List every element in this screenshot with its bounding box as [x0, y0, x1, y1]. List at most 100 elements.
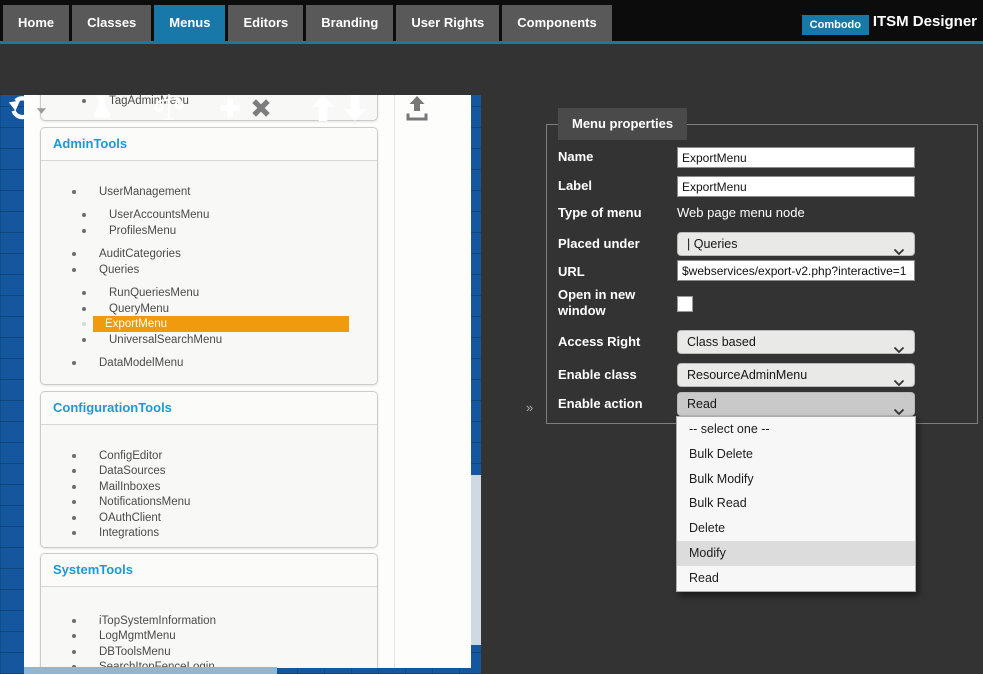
tree-item-label: DataModelMenu	[95, 356, 187, 370]
type-of-menu-label: Type of menu	[558, 205, 670, 221]
bullet-icon	[82, 307, 86, 311]
placed-under-label: Placed under	[558, 236, 670, 252]
collapse-panel-icon[interactable]: »	[526, 400, 533, 415]
option-modify[interactable]: Modify	[677, 541, 915, 566]
panel-gap-scrollbar[interactable]	[471, 475, 481, 645]
option-delete[interactable]: Delete	[677, 516, 915, 541]
label-label: Label	[558, 178, 670, 194]
access-right-select[interactable]: Class based	[677, 330, 915, 354]
tab-menus[interactable]: Menus	[154, 5, 225, 41]
enable-class-label: Enable class	[558, 367, 670, 383]
brand-badge: Combodo	[802, 15, 869, 35]
tree-card-configurationtools: ConfigurationTools ConfigEditorDataSourc…	[40, 391, 378, 548]
option-bulk-modify[interactable]: Bulk Modify	[677, 467, 915, 492]
tree-item-label: UserAccountsMenu	[105, 208, 213, 222]
tree-item-label: AuditCategories	[95, 247, 185, 261]
bullet-icon	[72, 361, 76, 365]
bullet-icon	[82, 213, 86, 217]
cross-icon	[250, 97, 272, 124]
section-title: SystemTools	[41, 554, 377, 587]
bullet-icon	[82, 291, 86, 295]
tree-item-Integrations[interactable]: Integrations	[41, 526, 377, 542]
tree-item-iTopSystemInformation[interactable]: iTopSystemInformation	[41, 613, 377, 629]
bullet-icon	[72, 650, 76, 654]
itsm-designer-window: HomeClassesMenusEditorsBrandingUser Righ…	[0, 0, 983, 674]
enable-action-select[interactable]: Read	[677, 392, 915, 416]
tree-item-MailInboxes[interactable]: MailInboxes	[41, 479, 377, 495]
tree-item-RunQueriesMenu[interactable]: RunQueriesMenu	[41, 286, 377, 302]
tree-item-label: ExportMenu	[93, 316, 349, 332]
move-up-button[interactable]	[310, 94, 336, 126]
option-read[interactable]: Read	[677, 566, 915, 591]
url-input[interactable]	[677, 260, 915, 281]
tab-components[interactable]: Components	[502, 5, 611, 41]
tree-item-label: DBToolsMenu	[95, 645, 175, 659]
placed-under-select[interactable]: | Queries	[677, 232, 915, 256]
bullet-icon	[72, 252, 76, 256]
tree-item-Queries[interactable]: Queries	[41, 262, 377, 278]
delete-button[interactable]	[248, 94, 274, 126]
bullet-icon	[72, 190, 76, 194]
enable-action-options: -- select one --Bulk DeleteBulk ModifyBu…	[676, 416, 916, 592]
url-label: URL	[558, 264, 670, 280]
tree-item-label: UserManagement	[95, 185, 194, 199]
chevron-down-icon	[893, 372, 905, 394]
bullet-icon	[72, 469, 76, 473]
tree-item-LogMgmtMenu[interactable]: LogMgmtMenu	[41, 629, 377, 645]
tree-item-DataSources[interactable]: DataSources	[41, 464, 377, 480]
test-button[interactable]	[86, 94, 118, 126]
tab-branding[interactable]: Branding	[306, 5, 393, 41]
open-in-new-window-checkbox[interactable]	[677, 296, 693, 312]
chevron-down-icon	[893, 339, 905, 361]
tree-item-QueryMenu[interactable]: QueryMenu	[41, 301, 377, 317]
menu-properties-legend: Menu properties	[558, 108, 687, 140]
tab-classes[interactable]: Classes	[72, 5, 151, 41]
bullet-icon	[82, 338, 86, 342]
tree-item-label: ProfilesMenu	[105, 224, 180, 238]
tree-item-DBToolsMenu[interactable]: DBToolsMenu	[41, 644, 377, 660]
tree-item-label: LogMgmtMenu	[95, 629, 180, 643]
tree-item-ConfigEditor[interactable]: ConfigEditor	[41, 448, 377, 464]
label-input[interactable]	[677, 176, 915, 197]
tree-item-label: ConfigEditor	[95, 449, 166, 463]
publish-button[interactable]	[402, 94, 432, 126]
bullet-icon	[72, 634, 76, 638]
arrow-down-icon	[343, 94, 367, 127]
section-title: ConfigurationTools	[41, 392, 377, 425]
upload-icon	[403, 94, 431, 127]
tree-item-OAuthClient[interactable]: OAuthClient	[41, 510, 377, 526]
tree-item-label: UniversalSearchMenu	[105, 333, 226, 347]
tree-item-UserAccountsMenu[interactable]: UserAccountsMenu	[41, 208, 377, 224]
option-bulk-delete[interactable]: Bulk Delete	[677, 442, 915, 467]
tree-item-label: NotificationsMenu	[95, 495, 194, 509]
tree-item-ProfilesMenu[interactable]: ProfilesMenu	[41, 223, 377, 239]
app-title: ITSM Designer	[873, 13, 977, 30]
undo-dropdown-button[interactable]	[34, 94, 48, 126]
enable-action-label: Enable action	[558, 396, 670, 412]
tab-bar: HomeClassesMenusEditorsBrandingUser Righ…	[3, 5, 612, 41]
toolbar	[0, 44, 983, 95]
bullet-icon	[82, 322, 86, 326]
tree-item-label: OAuthClient	[95, 511, 165, 525]
tree-item-ExportMenu[interactable]: ExportMenu	[41, 317, 377, 333]
tab-user-rights[interactable]: User Rights	[396, 5, 499, 41]
option-select-one[interactable]: -- select one --	[677, 417, 915, 442]
move-down-button[interactable]	[342, 94, 368, 126]
tree-item-UserManagement[interactable]: UserManagement	[41, 184, 377, 200]
horizontal-scrollbar-thumb[interactable]	[24, 667, 277, 674]
compare-button[interactable]	[150, 94, 188, 126]
tree-item-label: MailInboxes	[95, 480, 164, 494]
name-input[interactable]	[677, 147, 915, 168]
tree-item-NotificationsMenu[interactable]: NotificationsMenu	[41, 495, 377, 511]
option-bulk-read[interactable]: Bulk Read	[677, 491, 915, 516]
enable-class-select[interactable]: ResourceAdminMenu	[677, 363, 915, 387]
add-button[interactable]	[216, 94, 244, 126]
tree-item-UniversalSearchMenu[interactable]: UniversalSearchMenu	[41, 332, 377, 348]
tab-editors[interactable]: Editors	[228, 5, 303, 41]
access-right-label: Access Right	[558, 334, 670, 350]
tree-item-AuditCategories[interactable]: AuditCategories	[41, 247, 377, 263]
tab-home[interactable]: Home	[3, 5, 69, 41]
bullet-icon	[72, 454, 76, 458]
bullet-icon	[72, 516, 76, 520]
tree-item-DataModelMenu[interactable]: DataModelMenu	[41, 356, 377, 372]
